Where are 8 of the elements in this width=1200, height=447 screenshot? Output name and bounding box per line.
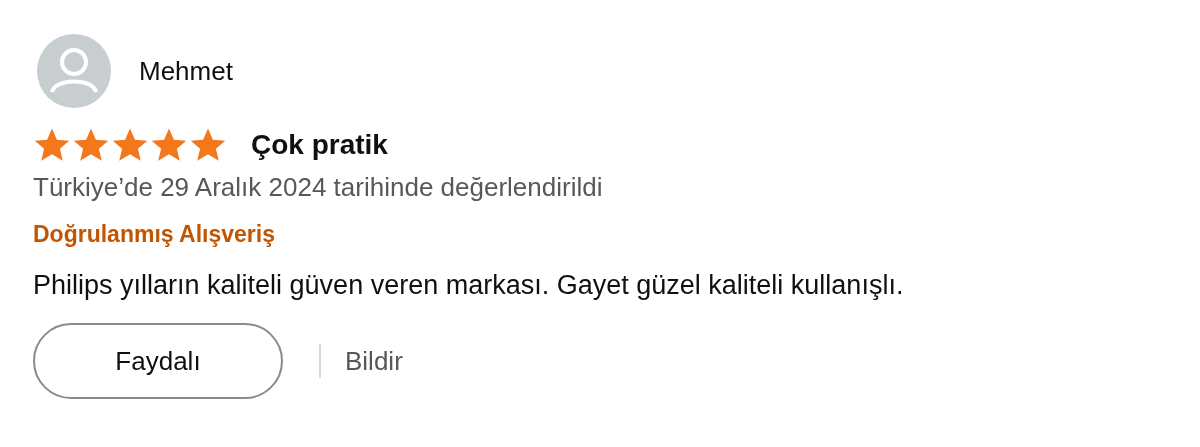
reviewer-name: Mehmet: [139, 55, 233, 87]
helpful-button[interactable]: Faydalı: [33, 323, 283, 399]
avatar-icon: [37, 34, 111, 108]
report-link[interactable]: Bildir: [345, 345, 403, 377]
verified-purchase-label: Doğrulanmış Alışveriş: [33, 221, 276, 248]
review-date: Türkiye’de 29 Aralık 2024 tarihinde değerlendirildi: [33, 172, 604, 203]
review-title: Çok pratik: [251, 129, 388, 161]
review-text: Philips yılların kaliteli güven veren markası. Gayet güzel kaliteli kullanışlı.: [33, 270, 905, 301]
